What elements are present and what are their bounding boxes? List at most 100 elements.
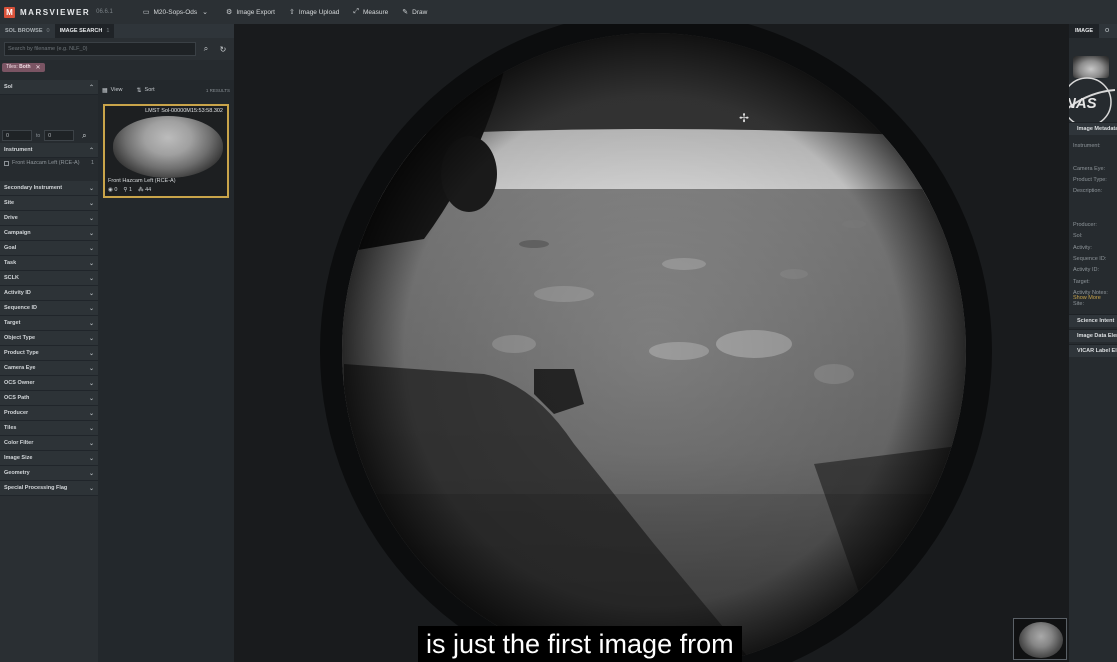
app-logo[interactable]: M MARSVIEWER 06.6.1 [4, 6, 113, 18]
facet-label: Drive [4, 215, 18, 221]
tab-other[interactable]: O [1099, 24, 1115, 38]
facet-ocs-path[interactable]: OCS Path ⌄ [0, 391, 98, 406]
metadata-field [1073, 152, 1108, 163]
facet-instrument[interactable]: Instrument ⌃ [0, 143, 98, 158]
sol-max-input[interactable]: 0 [44, 130, 75, 141]
facet-sol[interactable]: Sol ⌃ [0, 80, 98, 95]
facet-sclk[interactable]: SCLK ⌄ [0, 271, 98, 286]
facet-label: Sequence ID [4, 305, 38, 311]
image-data-elements-section[interactable]: Image Data Elements [1069, 329, 1117, 342]
tab-image-search[interactable]: IMAGE SEARCH 1 [54, 24, 115, 38]
metadata-field: Instrument: [1073, 143, 1101, 149]
facet-label: Campaign [4, 230, 31, 236]
result-stat: ⚲ 1 [123, 187, 132, 193]
metadata-field: Activity: [1073, 244, 1092, 251]
metadata-field: Camera Eye: [1073, 165, 1106, 172]
active-filters: Tiles: Both ✕ [0, 60, 234, 74]
chevron-down-icon: ⌄ [88, 260, 94, 267]
result-caption: LMST Sol-00000M15:53:58.302 [145, 108, 223, 114]
project-selector[interactable]: ▭ M20-Sops-Ods ⌄ [142, 8, 212, 17]
metadata-field: Sequence ID: [1073, 255, 1107, 262]
search-icon[interactable]: ⌕ [82, 131, 86, 141]
facet-tiles[interactable]: Tiles ⌄ [0, 421, 98, 436]
chevron-down-icon: ⌄ [88, 455, 94, 462]
facet-campaign[interactable]: Campaign ⌄ [0, 226, 98, 241]
sol-min-input[interactable]: 0 [2, 130, 32, 141]
metadata-field: Activity ID: [1073, 267, 1099, 274]
upload-icon: ⇧ [288, 9, 295, 16]
facet-task[interactable]: Task ⌄ [0, 256, 98, 271]
instrument-option[interactable]: Front Hazcam Left (RCE-A) 1 [0, 158, 98, 176]
science-intent-section[interactable]: Science Intent [1069, 314, 1117, 327]
right-panel: IMAGE O NAS Image Metadata Instrument: Ca… [1069, 24, 1117, 662]
facet-secondary-instrument[interactable]: Secondary Instrument ⌄ [0, 181, 98, 196]
chevron-down-icon: ⌄ [88, 365, 94, 372]
facet-sequence-id[interactable]: Sequence ID ⌄ [0, 301, 98, 316]
image-export-icon: ⚙ [226, 9, 233, 16]
image-metadata-section[interactable]: Image Metadata [1069, 122, 1117, 135]
eye-icon: ◉ [108, 187, 113, 193]
facet-image-size[interactable]: Image Size ⌄ [0, 451, 98, 466]
image-viewer[interactable]: ✢ [234, 24, 1069, 662]
pin-icon: ⚲ [123, 187, 128, 193]
facet-ocs-owner[interactable]: OCS Owner ⌄ [0, 376, 98, 391]
instrument-option-count: 1 [90, 160, 94, 166]
facet-drive[interactable]: Drive ⌄ [0, 211, 98, 226]
image-upload-button[interactable]: ⇧ Image Upload [288, 8, 339, 17]
show-more-link[interactable]: Show More [1073, 295, 1101, 301]
facet-label: Site [4, 200, 15, 206]
mars-image [234, 24, 1069, 662]
view-button[interactable]: ▦ View [102, 87, 123, 94]
chevron-down-icon: ⌄ [88, 290, 94, 297]
facet-goal[interactable]: Goal ⌄ [0, 241, 98, 256]
tab-sol-browse[interactable]: SOL BROWSE 0 [0, 24, 55, 38]
measure-button[interactable]: ⤢ Measure [353, 8, 388, 16]
close-icon[interactable]: ✕ [36, 64, 41, 71]
chevron-down-icon: ⌄ [88, 410, 94, 417]
chevron-down-icon: ⌄ [88, 425, 94, 432]
result-title: Front Hazcam Left (RCE-A) [108, 178, 176, 184]
facet-label: SCLK [4, 275, 19, 281]
search-input[interactable] [4, 42, 196, 56]
facet-color-filter[interactable]: Color Filter ⌄ [0, 436, 98, 451]
chevron-down-icon: ⌄ [88, 485, 94, 492]
facet-geometry[interactable]: Geometry ⌄ [0, 466, 98, 481]
refresh-icon[interactable]: ↻ [216, 42, 230, 56]
facet-label: Secondary Instrument [4, 185, 63, 191]
minimap[interactable] [1013, 618, 1067, 660]
facet-site[interactable]: Site ⌄ [0, 196, 98, 211]
metadata-field: Product Type: [1073, 176, 1107, 183]
search-icon[interactable]: ⌕ [199, 42, 213, 56]
filter-chip-tiles[interactable]: Tiles: Both ✕ [2, 62, 45, 72]
chevron-down-icon: ⌄ [88, 395, 94, 402]
facet-producer[interactable]: Producer ⌄ [0, 406, 98, 421]
result-card[interactable]: LMST Sol-00000M15:53:58.302 Front Hazcam… [103, 104, 229, 198]
folder-icon: ▭ [142, 9, 150, 16]
image-export-label: Image Export [236, 8, 275, 16]
facet-label: OCS Path [4, 395, 30, 401]
stat-value: 0 [114, 187, 118, 193]
facet-label: Producer [4, 410, 29, 416]
chevron-down-icon: ⌄ [88, 350, 94, 357]
view-label: View [110, 87, 123, 93]
facet-label: Instrument [4, 147, 33, 153]
chevron-down-icon: ⌄ [88, 215, 94, 222]
chevron-down-icon: ⌄ [88, 305, 94, 312]
vicar-label-section[interactable]: VICAR Label Elements [1069, 344, 1117, 357]
facet-object-type[interactable]: Object Type ⌄ [0, 331, 98, 346]
facet-target[interactable]: Target ⌄ [0, 316, 98, 331]
image-export-button[interactable]: ⚙ Image Export [226, 8, 275, 17]
facet-label: Activity ID [4, 290, 31, 296]
facet-special-processing-flag[interactable]: Special Processing Flag ⌄ [0, 481, 98, 496]
facet-activity-id[interactable]: Activity ID ⌄ [0, 286, 98, 301]
tab-image[interactable]: IMAGE [1069, 24, 1100, 38]
minimap-image [1019, 622, 1063, 658]
facet-product-type[interactable]: Product Type ⌄ [0, 346, 98, 361]
pencil-icon: ✎ [402, 9, 409, 16]
checkbox[interactable] [4, 161, 9, 166]
facet-camera-eye[interactable]: Camera Eye ⌄ [0, 361, 98, 376]
sort-button[interactable]: ⇅ Sort [137, 87, 155, 94]
facet-label: Tiles [4, 425, 17, 431]
draw-button[interactable]: ✎ Draw [402, 8, 427, 17]
app-version: 06.6.1 [96, 9, 113, 15]
